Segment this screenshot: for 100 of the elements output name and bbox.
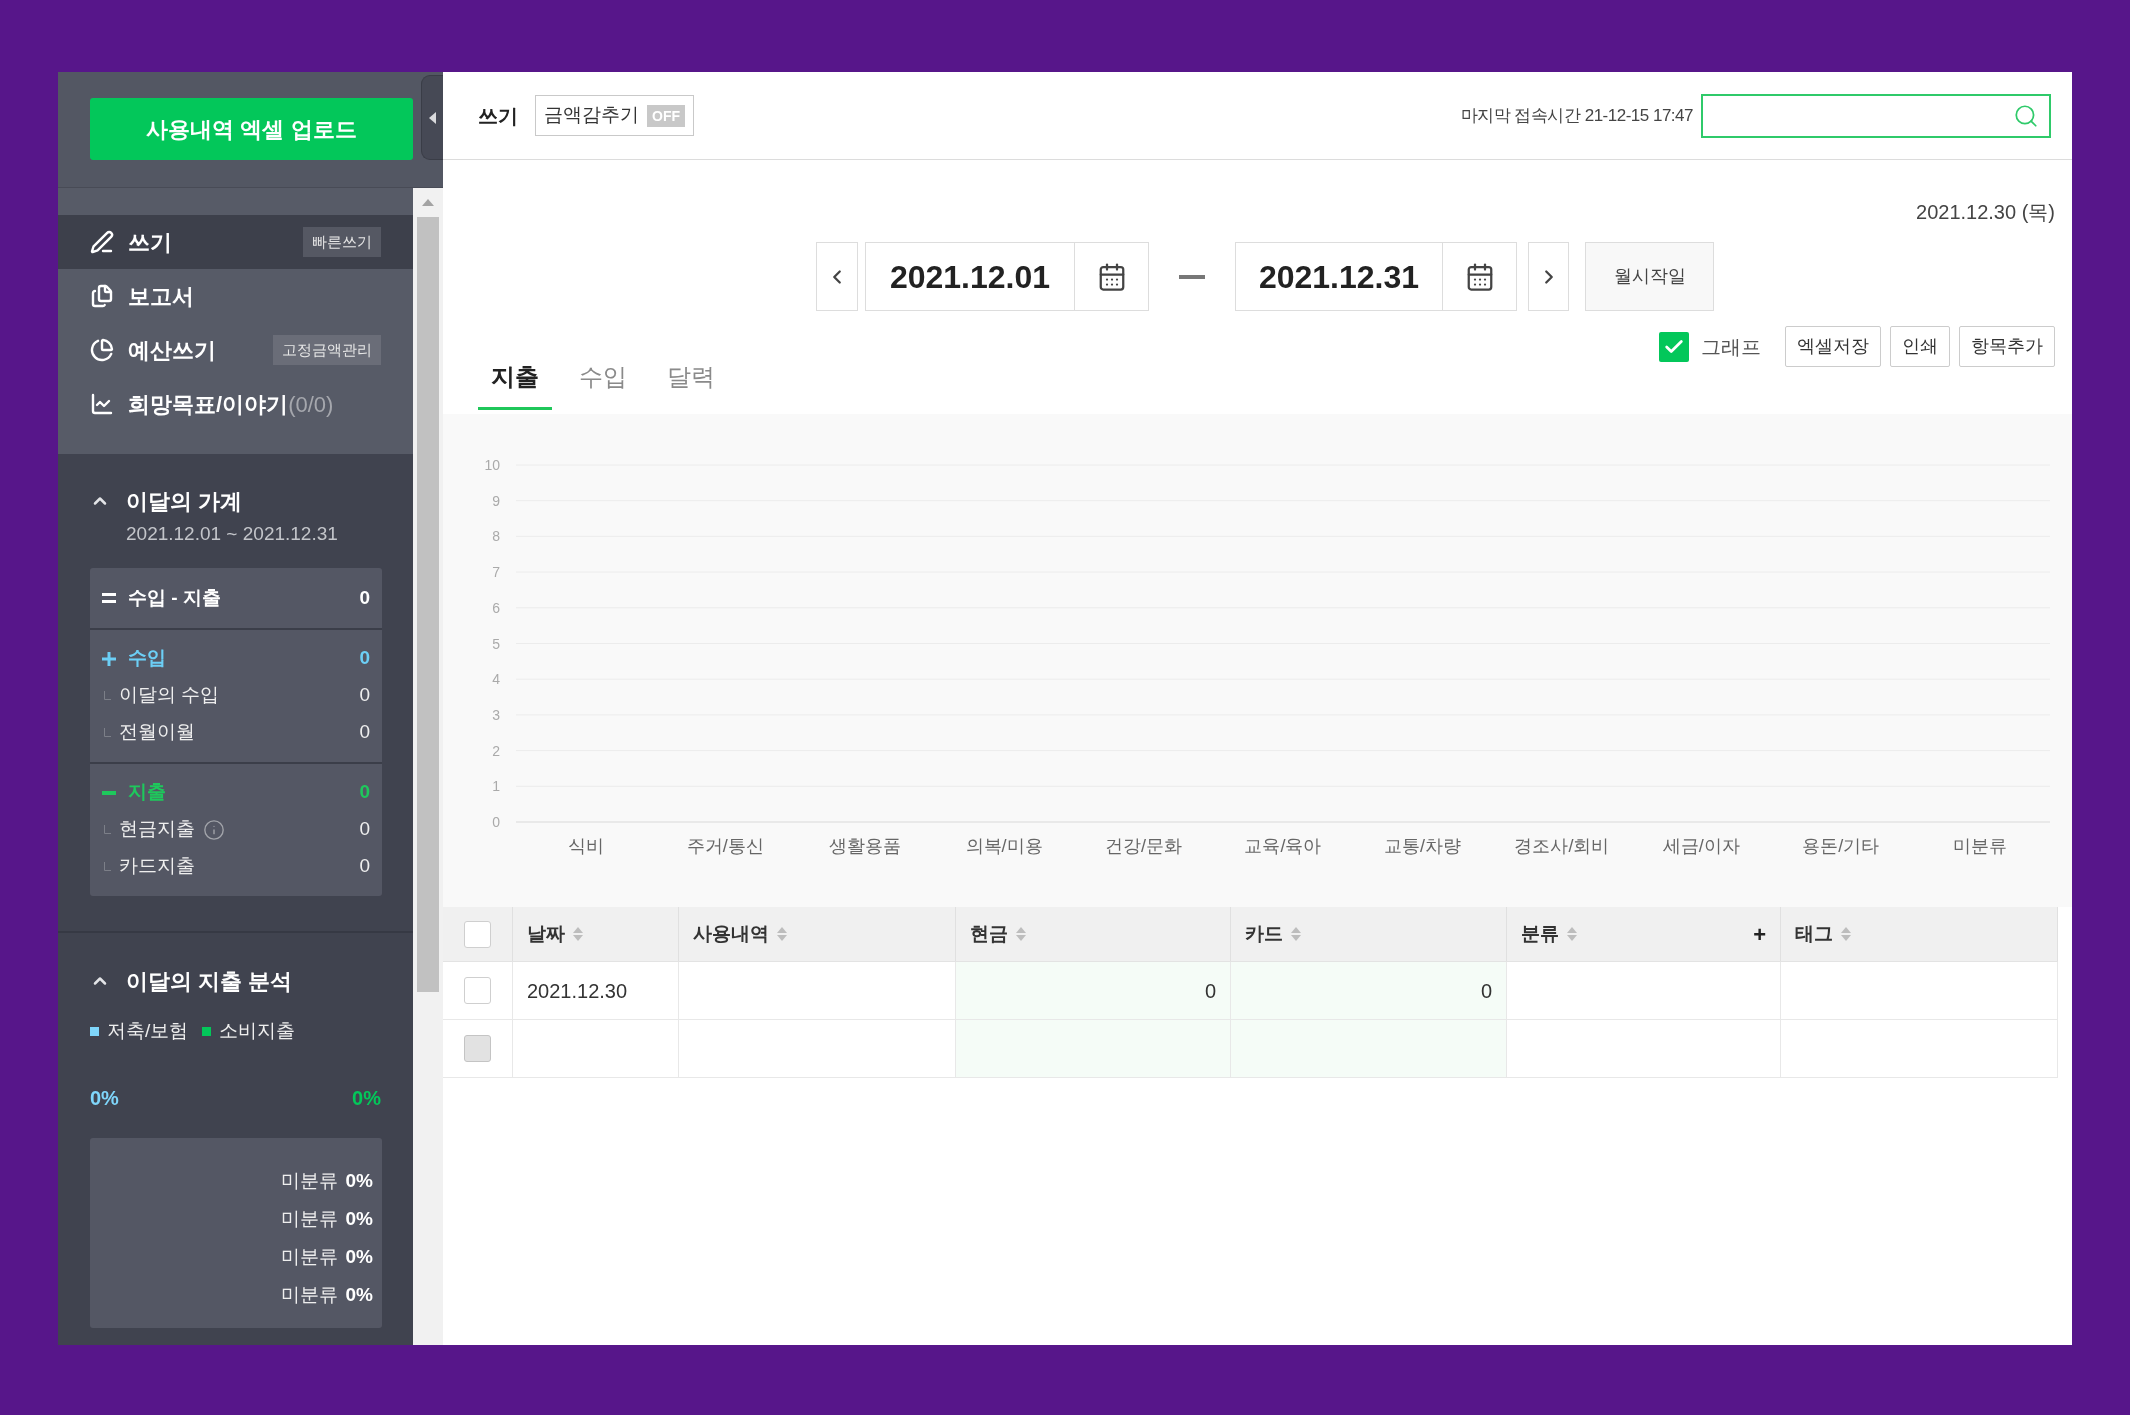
tree-branch-icon [104, 691, 111, 700]
action-button[interactable]: 엑셀저장 [1785, 326, 1881, 367]
y-axis-label: 10 [484, 457, 500, 473]
category-percent: 0% [345, 1206, 373, 1231]
summary-item-label: 이달의 수입 [119, 683, 220, 708]
y-axis-label: 8 [492, 528, 500, 545]
collapse-sidebar-button[interactable] [421, 75, 443, 160]
table-cell[interactable]: 0 [1231, 962, 1507, 1019]
sidebar-item[interactable]: 쓰기 빠른쓰기 [58, 215, 413, 269]
add-category-button[interactable]: + [1753, 917, 1766, 951]
range-dash-icon [1179, 274, 1205, 279]
summary-label: 수입 [128, 646, 166, 671]
category-label: 미분류 [280, 1282, 338, 1307]
category-label: 생활용품 [828, 836, 901, 856]
summary-value: 0 [359, 780, 370, 805]
start-date-field[interactable]: 2021.12.01 [865, 242, 1075, 311]
search-field[interactable] [1701, 93, 2051, 138]
end-date-field[interactable]: 2021.12.31 [1235, 242, 1443, 311]
select-all-checkbox[interactable] [464, 920, 491, 948]
sort-icon [1016, 926, 1026, 942]
sort-icon [777, 926, 787, 942]
calendar-button[interactable] [1075, 242, 1149, 311]
category-label: 식비 [567, 836, 604, 856]
percent-value: 0% [90, 1086, 119, 1111]
column-header[interactable]: 분류 [1507, 907, 1577, 961]
scrollbar[interactable] [413, 188, 443, 1345]
sidebar-item[interactable]: 희망목표/이야기(0/0) [58, 377, 413, 431]
table-cell[interactable]: 2021.12.30 [513, 962, 679, 1019]
category-label: 미분류 [280, 1244, 338, 1269]
summary-item-value: 0 [359, 683, 370, 708]
category-label: 미분류 [280, 1168, 338, 1193]
row-checkbox[interactable] [464, 977, 491, 1004]
next-month-button[interactable] [1528, 242, 1569, 311]
y-axis-label: 3 [492, 706, 500, 723]
category-label: 교육/육아 [1244, 836, 1322, 856]
tree-branch-icon [104, 728, 111, 737]
summary-item-label: 현금지출 [119, 817, 195, 842]
column-header[interactable]: 날짜 [513, 907, 583, 961]
last-access-time: 마지막 접속시간 21-12-15 17:47 [1460, 104, 1693, 127]
section-title: 이달의 지출 분석 [126, 967, 293, 996]
column-header[interactable]: 태그 [1781, 907, 1851, 961]
legend-label: 소비지출 [219, 1018, 296, 1043]
sidebar-item[interactable]: 예산쓰기 고정금액관리 [58, 323, 413, 377]
summary-value: 0 [359, 646, 370, 671]
category-label: 용돈/기타 [1802, 836, 1880, 856]
y-axis-label: 1 [492, 778, 500, 795]
category-label: 의복/미용 [965, 836, 1043, 856]
graph-checkbox[interactable] [1659, 331, 1689, 362]
percent-value: 0% [352, 1086, 381, 1111]
tab[interactable]: 지출 [478, 346, 552, 410]
shortcut-badge-button[interactable]: 빠른쓰기 [303, 227, 381, 257]
scroll-up-arrow-icon[interactable] [422, 199, 434, 206]
table-cell[interactable]: 0 [956, 962, 1231, 1019]
sort-icon [1291, 926, 1301, 942]
today-date: 2021.12.30 (목) [1916, 200, 2055, 225]
category-percent: 0% [345, 1168, 373, 1193]
category-percent: 0% [345, 1282, 373, 1307]
column-header[interactable]: 카드 [1231, 907, 1301, 961]
section-title: 이달의 가계 [126, 487, 243, 516]
pie-chart-icon [90, 338, 114, 362]
y-axis-label: 4 [492, 671, 500, 688]
sort-icon [1567, 926, 1577, 942]
page-title: 쓰기 [478, 103, 518, 129]
sidebar-item[interactable]: 보고서 [58, 269, 413, 323]
info-icon[interactable] [203, 818, 225, 841]
shortcut-badge-button[interactable]: 고정금액관리 [273, 335, 381, 365]
calendar-button[interactable] [1443, 242, 1517, 311]
graph-label: 그래프 [1701, 334, 1761, 360]
column-header[interactable]: 사용내역 [679, 907, 787, 961]
tree-branch-icon [104, 825, 111, 834]
sort-icon [1841, 926, 1851, 942]
category-label: 세금/이자 [1662, 836, 1740, 856]
month-start-day-button[interactable]: 월시작일 [1585, 242, 1714, 311]
y-axis-label: 2 [492, 742, 500, 759]
column-header[interactable]: 현금 [956, 907, 1026, 961]
y-axis-label: 0 [492, 814, 500, 830]
previous-month-button[interactable] [816, 242, 858, 311]
category-label: 건강/문화 [1105, 836, 1183, 856]
line-chart-icon [90, 392, 114, 416]
sort-icon [573, 926, 583, 942]
action-button[interactable]: 항목추가 [1959, 326, 2055, 367]
action-button[interactable]: 인쇄 [1890, 326, 1950, 367]
tree-branch-icon [104, 862, 111, 871]
category-label: 미분류 [1953, 836, 2008, 856]
summary-item-value: 0 [359, 817, 370, 842]
document-icon [90, 284, 114, 308]
y-axis-label: 6 [492, 599, 500, 616]
category-label: 미분류 [280, 1206, 338, 1231]
goal-count: (0/0) [288, 390, 334, 419]
scrollbar-thumb[interactable] [417, 217, 439, 992]
summary-item-label: 카드지출 [119, 854, 195, 879]
caret-left-icon [429, 111, 436, 124]
category-label: 주거/통신 [686, 836, 764, 856]
category-percent: 0% [345, 1244, 373, 1269]
summary-label: 수입 - 지출 [128, 585, 221, 610]
y-axis-label: 7 [492, 564, 500, 581]
summary-label: 지출 [128, 780, 166, 805]
summary-item-value: 0 [359, 720, 370, 745]
search-icon[interactable] [2013, 102, 2039, 129]
y-axis-label: 5 [492, 635, 500, 652]
